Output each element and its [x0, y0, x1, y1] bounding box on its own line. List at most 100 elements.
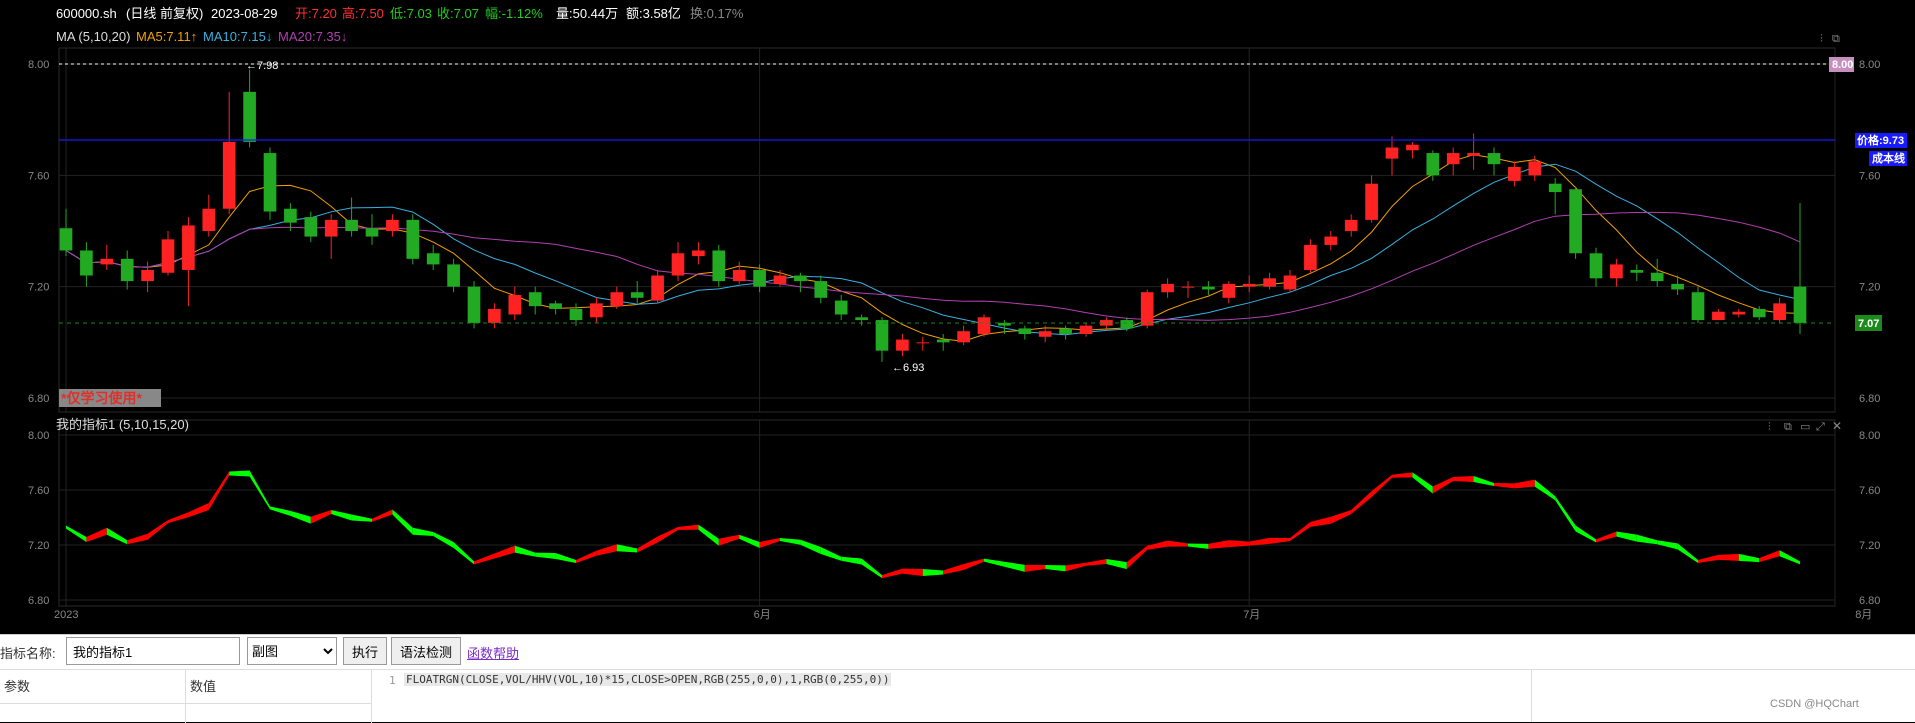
indicator-axis-tick-label: 7.60	[1859, 485, 1880, 497]
y-axis-tick-label: 8.00	[1859, 59, 1880, 71]
x-axis-label: 6月	[754, 609, 771, 621]
value-cell[interactable]	[186, 704, 372, 723]
candle-body	[692, 250, 705, 257]
candle-body	[1304, 244, 1317, 270]
float-region-segment	[1290, 521, 1311, 541]
float-region-segment	[147, 520, 168, 540]
float-region-segment	[1147, 540, 1168, 550]
float-region-segment	[1167, 540, 1188, 547]
candle-body	[386, 219, 399, 231]
float-region-segment	[698, 524, 719, 546]
settings-icon[interactable]: ⫶	[1768, 421, 1771, 433]
float-region-segment	[1086, 559, 1107, 566]
indicator-name-input[interactable]	[66, 637, 240, 665]
float-region-segment	[1473, 476, 1494, 486]
indicator-type-select[interactable]: 副图	[247, 637, 337, 665]
study-watermark: *仅学习使用*	[61, 390, 142, 406]
candle-body	[712, 250, 726, 282]
ma10-legend: MA10:7.15↓	[203, 29, 272, 44]
candle-body	[141, 269, 154, 282]
float-region-segment	[1718, 553, 1739, 561]
float-region-segment	[392, 509, 413, 535]
candle-body	[100, 258, 114, 265]
candle-body	[120, 258, 134, 282]
candle-body	[957, 331, 970, 343]
float-region-segment	[596, 544, 617, 556]
open-price: 开:7.20	[295, 6, 337, 21]
candle-body	[1487, 153, 1501, 165]
param-cell[interactable]	[0, 704, 186, 723]
candlesticks	[59, 69, 1807, 362]
syntax-check-button[interactable]: 语法检测	[391, 637, 462, 665]
float-region-segment	[1636, 534, 1658, 545]
candle-body	[1161, 283, 1174, 293]
last-price-tag: 7.07	[1858, 318, 1879, 330]
float-region-segment	[882, 568, 903, 579]
y-axis-tick-label: 6.80	[28, 393, 49, 405]
line-number: 1	[389, 674, 396, 687]
side-panel	[1532, 669, 1915, 723]
candle-body	[528, 292, 542, 307]
float-region-segment	[1024, 564, 1046, 572]
float-region-segment	[1759, 550, 1780, 563]
candle-body	[773, 275, 787, 284]
candle-body	[1752, 308, 1766, 318]
y-axis-tick-label: 8.00	[28, 59, 49, 71]
chart-area[interactable]: 8.00 8.00 7.60 7.60 7.20 7.20 6.80 6.80 8.00 8.00…	[0, 0, 1915, 634]
float-region-segment	[820, 547, 842, 561]
max-price-tag: 8.00	[1832, 59, 1853, 71]
settings-icon[interactable]: ⫶	[1820, 33, 1823, 45]
candle-body	[671, 253, 685, 276]
candle-body	[1344, 219, 1358, 231]
float-region-segment	[1677, 543, 1698, 563]
candle-body	[59, 228, 73, 251]
formula-code[interactable]: FLOATRGN(CLOSE,VOL/HHV(VOL,10)*15,CLOSE>…	[404, 673, 892, 686]
close-icon[interactable]: ✕	[1832, 419, 1842, 433]
float-region-segment	[1738, 553, 1760, 563]
copy-icon[interactable]: ⧉	[1832, 33, 1840, 45]
float-region-segment	[208, 471, 230, 510]
float-region-segment	[270, 506, 291, 516]
candle-body	[1018, 328, 1032, 334]
float-region-segment	[1514, 479, 1535, 489]
candle-body	[1712, 311, 1725, 321]
float-region-segment	[1616, 531, 1637, 542]
float-region-segment	[1310, 516, 1331, 527]
float-region-segment	[718, 534, 740, 546]
float-region-segment	[290, 510, 311, 524]
candle-body	[794, 275, 807, 282]
indicator-editor: 指标名称: 副图 执行 语法检测 函数帮助 参数 数值 1 FLOATRGN(C…	[0, 634, 1915, 723]
candle-body	[1079, 325, 1093, 334]
candle-body	[977, 317, 991, 334]
candle-body	[1446, 153, 1460, 165]
candle-body	[1691, 292, 1705, 321]
expand-icon[interactable]: ⤢	[1816, 421, 1825, 433]
ma5-line	[65, 154, 1801, 342]
float-region-segment	[1045, 565, 1066, 572]
indicator-axis-tick-label: 8.00	[1859, 430, 1880, 442]
candle-body	[916, 342, 930, 344]
float-region-segment	[1330, 510, 1352, 524]
candle-body	[834, 300, 848, 315]
float-region-segment	[1453, 476, 1474, 482]
y-axis-tick-label: 7.60	[28, 170, 49, 182]
float-region-segment	[555, 553, 576, 563]
stock-chart[interactable]: 8.00 8.00 7.60 7.60 7.20 7.20 6.80 6.80 8.00 8.00…	[0, 0, 1915, 634]
float-region-segment	[474, 553, 495, 565]
float-region-segment	[922, 569, 944, 576]
run-button[interactable]: 执行	[343, 637, 388, 665]
float-region-segment	[780, 538, 801, 545]
copy-icon[interactable]: ⧉	[1784, 421, 1792, 433]
candle-body	[243, 91, 256, 142]
float-region-segment	[494, 545, 515, 559]
minimize-icon[interactable]: ▭	[1800, 421, 1810, 433]
float-region-segment	[1208, 540, 1229, 549]
float-region-segment	[1188, 543, 1209, 549]
float-region-segment	[86, 527, 107, 542]
x-axis-label: 7月	[1243, 609, 1260, 621]
code-editor[interactable]: 1 FLOATRGN(CLOSE,VOL/HHV(VOL,10)*15,CLOS…	[372, 669, 1532, 722]
candle-body	[365, 228, 379, 237]
candle-body	[1589, 253, 1603, 279]
function-help-link[interactable]: 函数帮助	[467, 643, 519, 662]
float-region-segment	[106, 527, 128, 545]
